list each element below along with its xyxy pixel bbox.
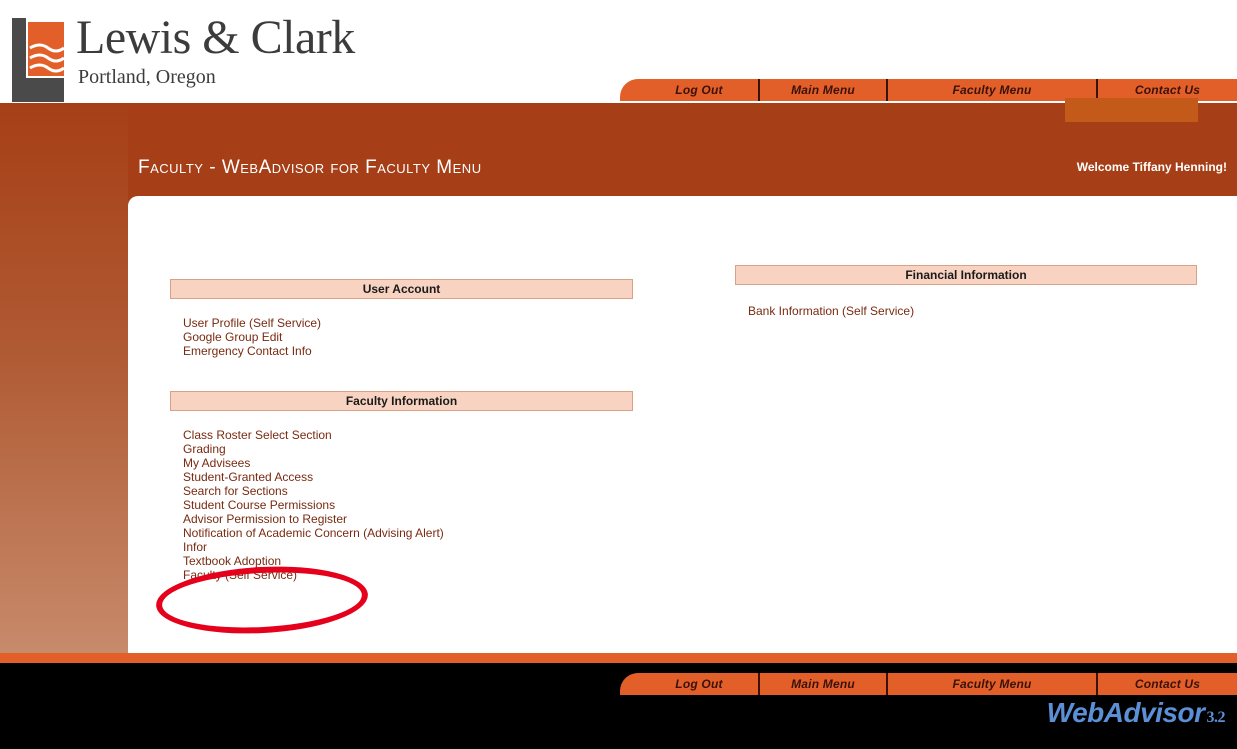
user-account-links: User Profile (Self Service) Google Group… [183,316,321,358]
advisor-permission-link[interactable]: Advisor Permission to Register [183,512,444,526]
main-menu-button[interactable]: Main Menu [758,79,886,101]
financial-information-header: Financial Information [735,265,1197,285]
footer-accent-bar [0,653,1237,663]
google-group-edit-link[interactable]: Google Group Edit [183,330,321,344]
webadvisor-version: 3.2 [1206,709,1226,726]
faculty-information-links: Class Roster Select Section Grading My A… [183,428,444,582]
footer-main-menu-button[interactable]: Main Menu [758,673,886,695]
faculty-information-header: Faculty Information [170,391,633,411]
logout-button[interactable]: Log Out [620,79,758,101]
footer-faculty-menu-button[interactable]: Faculty Menu [886,673,1096,695]
student-granted-access-link[interactable]: Student-Granted Access [183,470,444,484]
college-location: Portland, Oregon [78,66,216,88]
information-link[interactable]: Infor [183,540,444,554]
my-advisees-link[interactable]: My Advisees [183,456,444,470]
college-name: Lewis & Clark [76,11,355,64]
page-title: Faculty - WebAdvisor for Faculty Menu [138,157,482,178]
student-course-permissions-link[interactable]: Student Course Permissions [183,498,444,512]
webadvisor-product-name: WebAdvisor [1046,697,1205,728]
academic-concern-link[interactable]: Notification of Academic Concern (Advisi… [183,526,444,540]
search-for-sections-link[interactable]: Search for Sections [183,484,444,498]
user-profile-link[interactable]: User Profile (Self Service) [183,316,321,330]
grading-link[interactable]: Grading [183,442,444,456]
footer-contact-us-button[interactable]: Contact Us [1096,673,1237,695]
footer-logout-button[interactable]: Log Out [620,673,758,695]
class-roster-link[interactable]: Class Roster Select Section [183,428,444,442]
left-sidebar-stripe [0,103,128,653]
emergency-contact-link[interactable]: Emergency Contact Info [183,344,321,358]
college-logo-icon [12,18,64,102]
textbook-adoption-link[interactable]: Textbook Adoption [183,554,444,568]
webadvisor-logo: WebAdvisor 3.2 [1046,697,1226,729]
financial-information-links: Bank Information (Self Service) [748,304,914,318]
bottom-navigation: Log Out Main Menu Faculty Menu Contact U… [620,673,1237,695]
redaction-block [1065,98,1198,122]
bank-information-link[interactable]: Bank Information (Self Service) [748,304,914,318]
welcome-message: Welcome Tiffany Henning! [1076,160,1227,174]
user-account-header: User Account [170,279,633,299]
